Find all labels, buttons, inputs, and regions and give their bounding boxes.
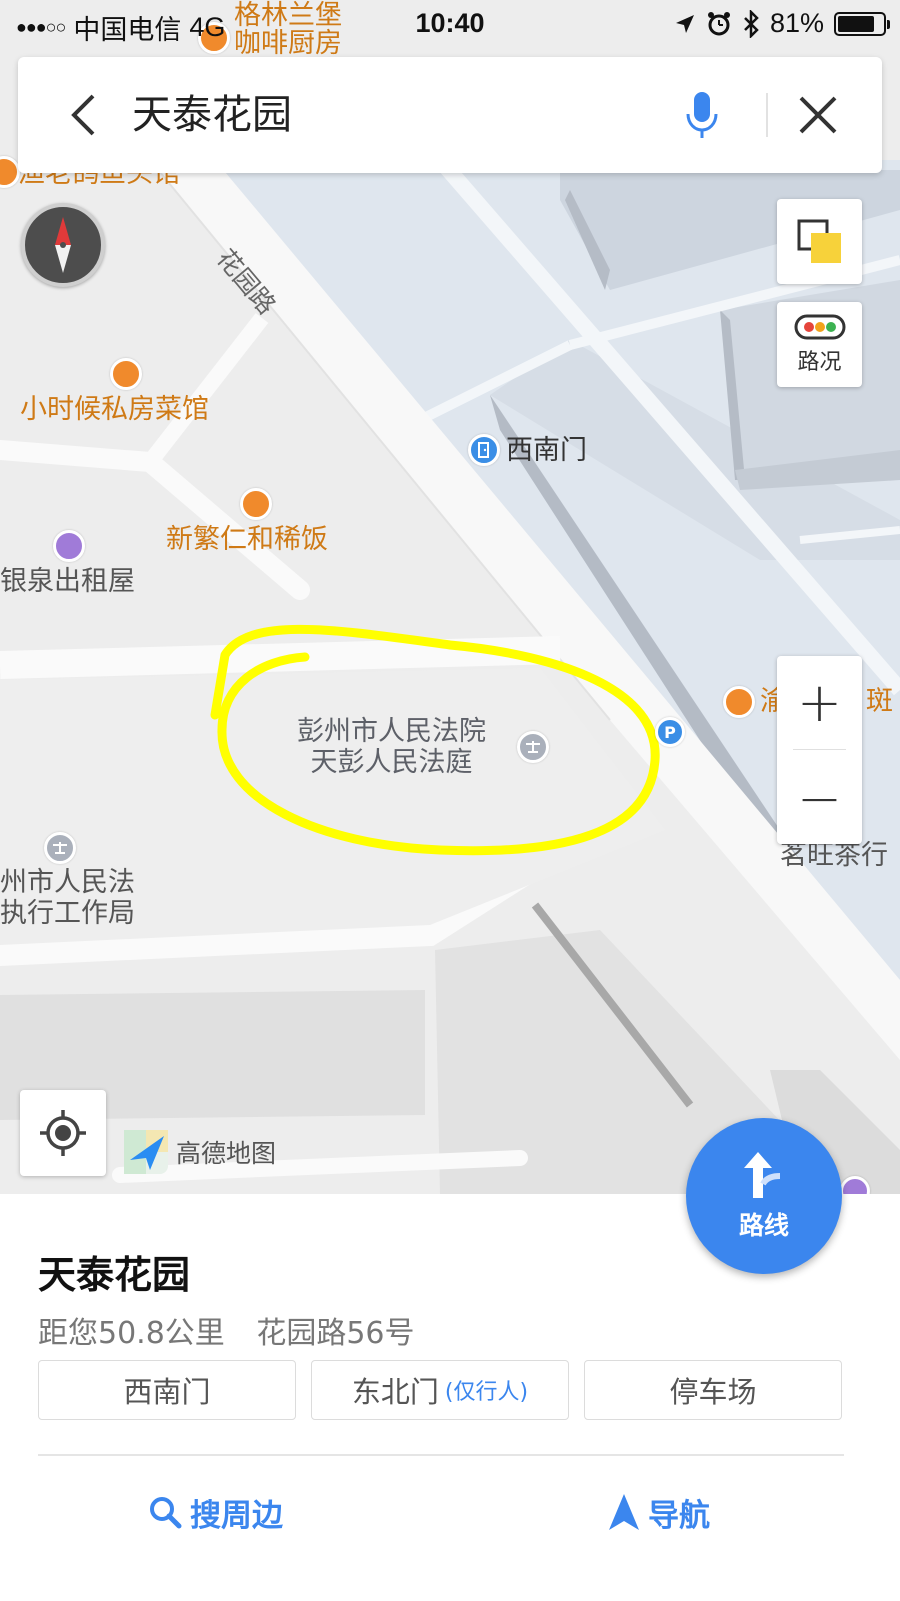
- route-label: 路线: [738, 1211, 789, 1240]
- locate-me-button[interactable]: [20, 1090, 106, 1176]
- poi-label[interactable]: 茗旺茶行: [780, 840, 888, 871]
- court-icon: [44, 832, 76, 864]
- restaurant-icon: [240, 488, 272, 520]
- entrance-label: 停车场: [669, 1375, 757, 1409]
- search-icon: [150, 1497, 182, 1529]
- restaurant-icon: [723, 686, 755, 718]
- place-distance: 距您50.8公里: [38, 1316, 225, 1351]
- place-address: 花园路56号: [256, 1316, 415, 1351]
- entrance-label: 东北门: [351, 1375, 439, 1409]
- entrance-southwest-button[interactable]: 西南门: [38, 1360, 296, 1420]
- poi-label[interactable]: 州市人民法 执行工作局: [0, 867, 135, 929]
- place-subtitle: 距您50.8公里 花园路56号: [38, 1308, 415, 1352]
- route-arrow-icon: [744, 1152, 781, 1198]
- alarm-icon: [707, 11, 730, 35]
- search-nearby-label: 搜周边: [190, 1497, 283, 1534]
- logo-text: 高德地图: [176, 1139, 277, 1168]
- navigation-arrow-icon: [609, 1494, 639, 1530]
- close-icon: [799, 96, 837, 134]
- route-button[interactable]: 路线: [686, 1118, 842, 1274]
- entrance-icon: [468, 434, 500, 466]
- parking-lot-button[interactable]: 停车场: [584, 1360, 842, 1420]
- search-nearby-button[interactable]: 搜周边: [148, 1486, 283, 1538]
- poi-label[interactable]: 新繁仁和稀饭: [166, 524, 328, 555]
- place-title: 天泰花园: [38, 1253, 191, 1297]
- zoom-controls: + −: [777, 656, 862, 844]
- search-bar: 天泰花园: [18, 57, 882, 173]
- divider: [38, 1454, 844, 1456]
- status-bar: ●●●○○ 中国电信 4G 10:40 81%: [0, 0, 900, 48]
- poi-label[interactable]: 西南门: [506, 435, 587, 466]
- map-view[interactable]: 花园路 格林兰堡 咖啡厨房 渔老鸽鱼头馆 小时候私房菜馆 新繁仁和稀饭 银泉出租…: [0, 0, 900, 1220]
- battery-percent: 81%: [769, 8, 824, 38]
- clear-button[interactable]: [790, 87, 846, 143]
- zoom-in-button[interactable]: +: [777, 656, 862, 748]
- voice-search-button[interactable]: [674, 85, 730, 145]
- battery-icon: [834, 11, 890, 36]
- crosshair-icon: [40, 1110, 86, 1156]
- microphone-icon: [686, 92, 718, 138]
- compass-icon[interactable]: [21, 203, 105, 287]
- poi-label[interactable]: 彭州市人民法院 天彭人民法庭: [297, 716, 486, 778]
- poi-label[interactable]: 斑: [866, 686, 893, 717]
- search-query[interactable]: 天泰花园: [132, 87, 292, 143]
- traffic-light-icon: [794, 314, 845, 339]
- bluetooth-icon: [744, 9, 759, 38]
- navigate-label: 导航: [648, 1497, 710, 1534]
- layers-icon: [797, 219, 841, 263]
- poi-label[interactable]: 小时候私房菜馆: [20, 394, 209, 425]
- parking-icon: P: [655, 717, 685, 747]
- navigate-button[interactable]: 导航: [608, 1486, 710, 1538]
- back-button[interactable]: [56, 87, 112, 143]
- restaurant-icon: [110, 358, 142, 390]
- entrance-note: (仅行人): [444, 1380, 529, 1405]
- location-arrow-icon: [675, 14, 694, 33]
- traffic-label: 路况: [797, 349, 842, 375]
- entrance-northeast-button[interactable]: 东北门 (仅行人): [311, 1360, 569, 1420]
- hotel-icon: [53, 530, 85, 562]
- court-icon: [517, 731, 549, 763]
- entrance-label: 西南门: [123, 1375, 211, 1409]
- zoom-out-button[interactable]: −: [777, 752, 862, 844]
- layers-button[interactable]: [777, 199, 862, 284]
- traffic-button[interactable]: 路况: [777, 302, 862, 387]
- amap-logo: 高德地图: [124, 1130, 276, 1174]
- poi-label[interactable]: 银泉出租屋: [0, 566, 135, 597]
- back-icon: [71, 94, 95, 136]
- amap-logo-icon: [124, 1130, 168, 1174]
